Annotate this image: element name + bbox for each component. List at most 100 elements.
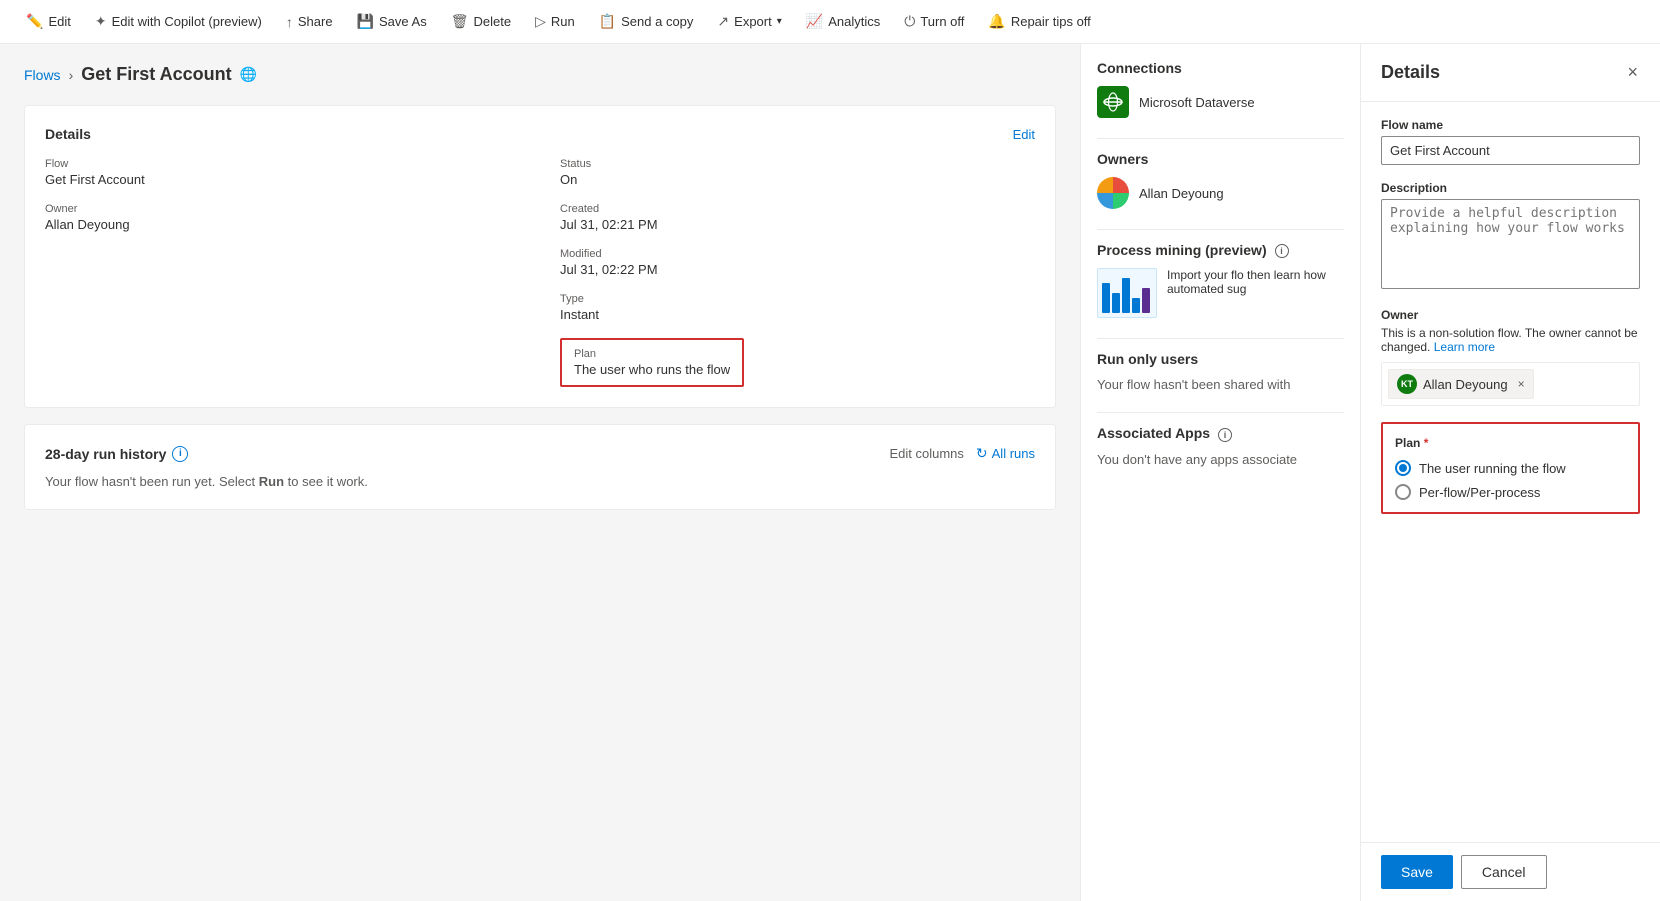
plan-option-user-running[interactable]: The user running the flow [1395,460,1626,476]
divider-3 [1097,338,1344,339]
connection-name: Microsoft Dataverse [1139,95,1255,110]
details-panel-close-button[interactable]: × [1625,60,1640,85]
bar-3 [1122,278,1130,313]
edit-icon: ✏️ [26,13,43,30]
run-history-card: 28-day run history i Edit columns ↻ All … [24,424,1056,510]
flow-name-input[interactable] [1381,136,1640,165]
owner-tag-name: Allan Deyoung [1423,377,1508,392]
all-runs-link[interactable]: ↻ All runs [976,445,1035,462]
run-history-actions: Edit columns ↻ All runs [889,445,1035,462]
connection-item: Microsoft Dataverse [1097,86,1344,118]
export-icon: ↗ [717,13,729,30]
owner-field-group: Owner This is a non-solution flow. The o… [1381,308,1640,406]
run-icon: ▷ [535,13,546,30]
share-icon: ↑ [286,14,293,30]
breadcrumb-flows-link[interactable]: Flows [24,67,61,83]
send-copy-icon: 📋 [599,13,616,30]
right-panel: Connections Microsoft Dataverse Owners [1080,44,1360,901]
radio-per-flow[interactable] [1395,484,1411,500]
cancel-button[interactable]: Cancel [1461,855,1547,889]
details-panel: Details × Flow name Description Owner Th… [1360,44,1660,901]
plan-label: Plan * [1395,436,1626,450]
edit-columns-link[interactable]: Edit columns [889,446,963,461]
divider-4 [1097,412,1344,413]
details-panel-header: Details × [1361,44,1660,102]
run-only-empty: Your flow hasn't been shared with [1097,377,1344,392]
flow-name-field-group: Flow name [1381,118,1640,165]
owner-tag-avatar: KT [1397,374,1417,394]
process-thumb [1097,268,1157,318]
owner-tag: KT Allan Deyoung × [1388,369,1534,399]
bar-1 [1102,283,1110,313]
process-mining-content: Import your flo then learn how automated… [1097,268,1344,318]
save-as-button[interactable]: 💾 Save As [347,7,437,36]
content-area: Flows › Get First Account 🌐 Details Edit… [0,44,1080,901]
toolbar: ✏️ Edit ✦ Edit with Copilot (preview) ↑ … [0,0,1660,44]
process-mining-info-icon[interactable]: i [1275,244,1289,258]
edit-button[interactable]: ✏️ Edit [16,7,81,36]
owner-tag-remove-button[interactable]: × [1518,377,1525,391]
edit-copilot-button[interactable]: ✦ Edit with Copilot (preview) [85,7,272,36]
radio-user-running[interactable] [1395,460,1411,476]
delete-icon: 🗑 [451,13,469,30]
process-mining-section: Process mining (preview) i Import your f… [1097,242,1344,318]
details-edit-link[interactable]: Edit [1013,127,1035,142]
detail-type: Type Instant [560,293,1035,322]
owner-note: This is a non-solution flow. The owner c… [1381,326,1640,354]
breadcrumb: Flows › Get First Account 🌐 [24,64,1056,85]
analytics-icon: 📈 [806,13,823,30]
globe-icon[interactable]: 🌐 [240,66,257,83]
owners-section: Owners Allan Deyoung [1097,151,1344,209]
turn-off-button[interactable]: ⏻ Turn off [894,7,974,36]
bar-2 [1112,293,1120,313]
divider-2 [1097,229,1344,230]
owner-avatar [1097,177,1129,209]
repair-tips-icon: 🔔 [988,13,1005,30]
description-field-group: Description [1381,181,1640,292]
breadcrumb-separator: › [69,67,74,83]
detail-owner: Owner Allan Deyoung [45,203,520,232]
bar-5 [1142,288,1150,313]
run-button[interactable]: ▷ Run [525,7,585,36]
plan-option-per-flow[interactable]: Per-flow/Per-process [1395,484,1626,500]
breadcrumb-current: Get First Account [81,64,231,85]
details-card-header: Details Edit [45,126,1035,142]
export-chevron-icon: ▾ [777,16,782,27]
bar-4 [1132,298,1140,313]
owner-label: Owner [1381,308,1640,322]
dataverse-icon [1097,86,1129,118]
export-button[interactable]: ↗ Export ▾ [707,7,791,36]
owner-learn-more-link[interactable]: Learn more [1434,340,1495,354]
associated-apps-info-icon[interactable]: i [1218,428,1232,442]
delete-button[interactable]: 🗑 Delete [441,7,521,36]
details-panel-footer: Save Cancel [1361,842,1660,901]
detail-status: Status On [560,158,1035,187]
plan-field-group: Plan * The user running the flow Per-flo… [1381,422,1640,514]
divider-1 [1097,138,1344,139]
owner-name: Allan Deyoung [1139,186,1224,201]
description-label: Description [1381,181,1640,195]
details-panel-title: Details [1381,62,1440,83]
run-history-header: 28-day run history i Edit columns ↻ All … [45,445,1035,462]
save-as-icon: 💾 [357,13,374,30]
main-layout: Flows › Get First Account 🌐 Details Edit… [0,44,1660,901]
description-textarea[interactable] [1381,199,1640,289]
details-card: Details Edit Flow Get First Account Owne… [24,105,1056,408]
send-copy-button[interactable]: 📋 Send a copy [589,7,704,36]
detail-flow: Flow Get First Account [45,158,520,187]
refresh-icon: ↻ [976,445,988,462]
run-history-info-icon[interactable]: i [172,446,188,462]
share-button[interactable]: ↑ Share [276,8,343,36]
owner-item: Allan Deyoung [1097,177,1344,209]
copilot-icon: ✦ [95,13,107,30]
save-button[interactable]: Save [1381,855,1453,889]
repair-tips-button[interactable]: 🔔 Repair tips off [978,7,1100,36]
details-grid: Flow Get First Account Owner Allan Deyou… [45,158,1035,387]
associated-apps-section: Associated Apps i You don't have any app… [1097,425,1344,466]
owner-tag-container: KT Allan Deyoung × [1381,362,1640,406]
details-panel-body: Flow name Description Owner This is a no… [1361,102,1660,842]
detail-modified: Modified Jul 31, 02:22 PM [560,248,1035,277]
plan-box: Plan The user who runs the flow [560,338,744,387]
process-mining-text: Import your flo then learn how automated… [1167,268,1344,296]
analytics-button[interactable]: 📈 Analytics [796,7,890,36]
